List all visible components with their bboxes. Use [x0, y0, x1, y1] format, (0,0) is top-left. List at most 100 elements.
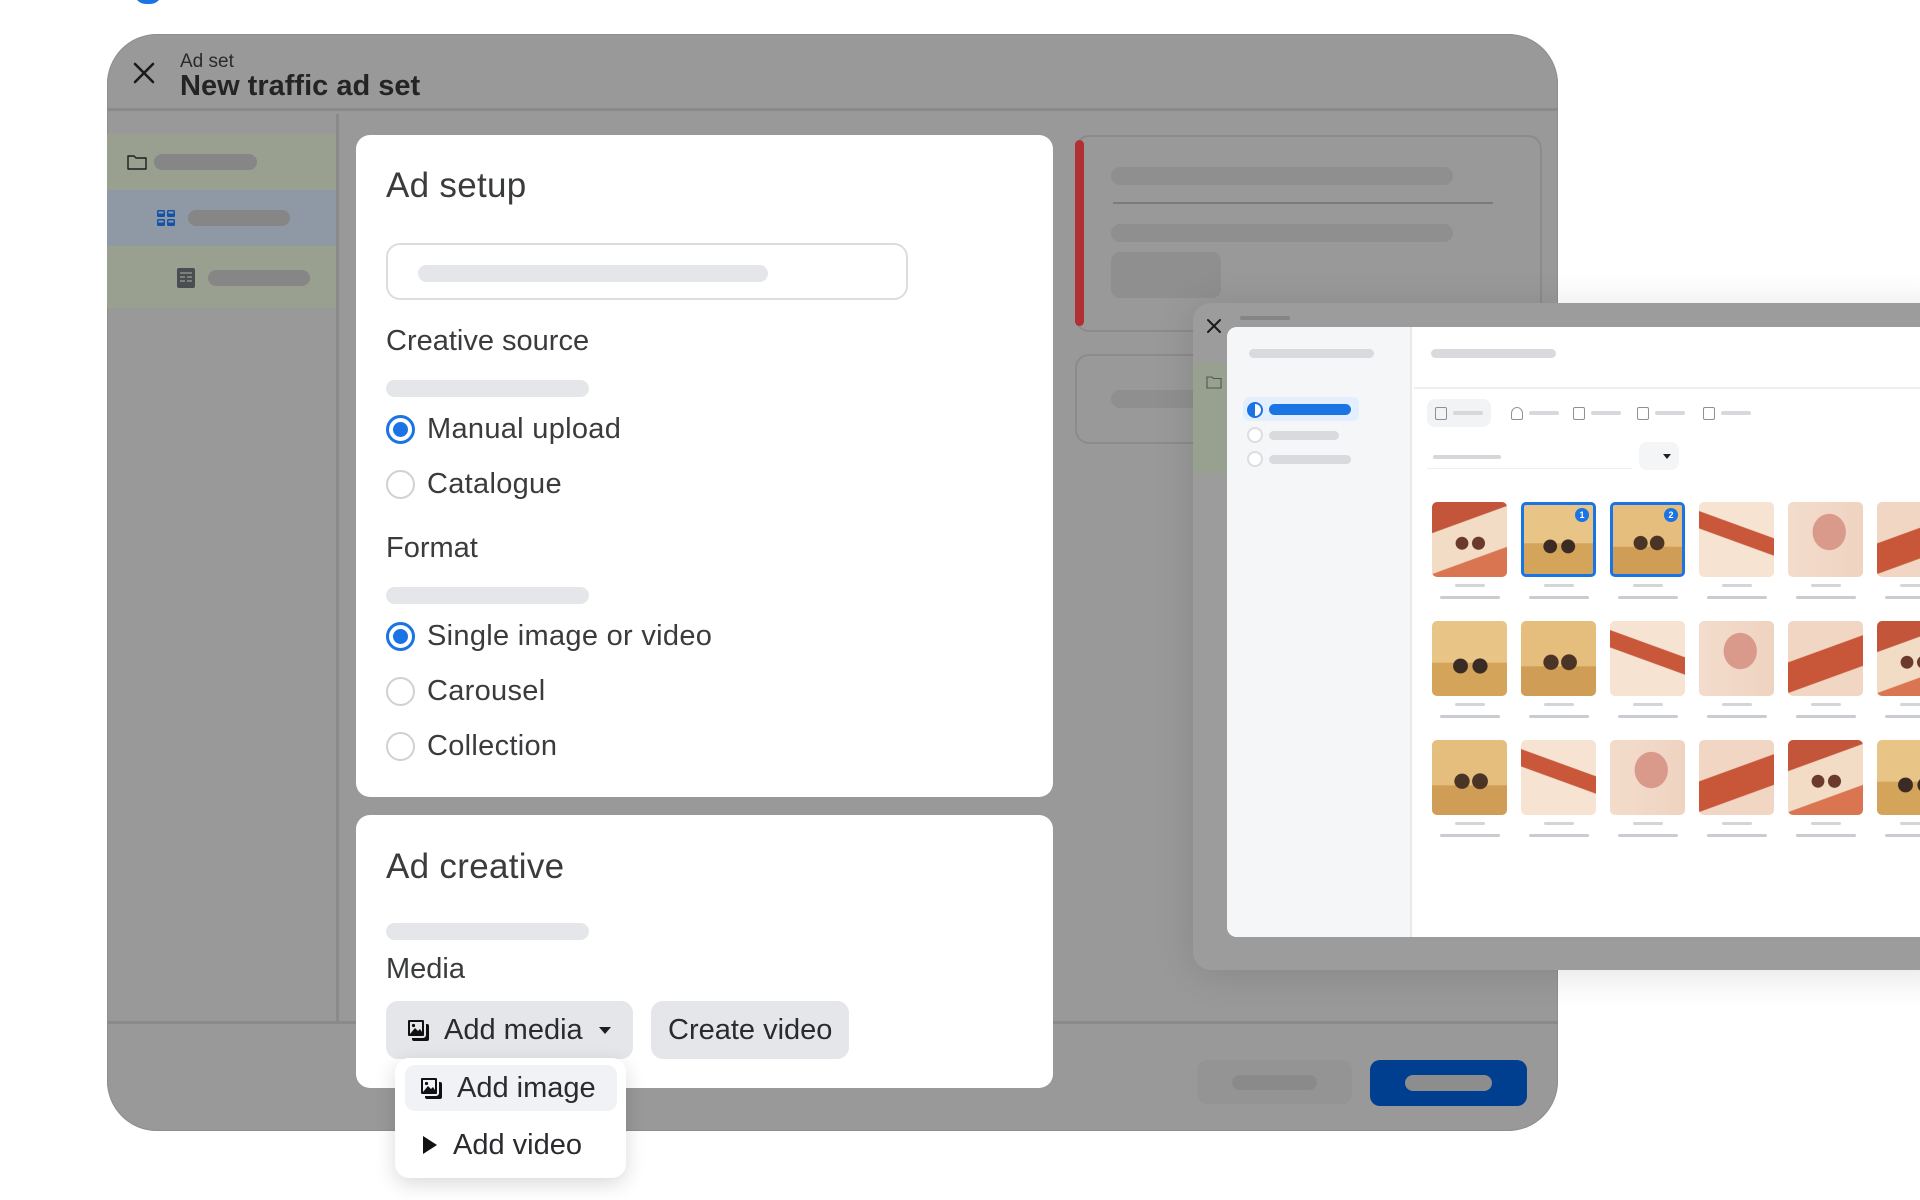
menu-item-label: Add video [453, 1128, 582, 1161]
media-search-input[interactable] [1427, 445, 1632, 469]
radio-unselected-icon [386, 676, 415, 706]
radio-unselected-icon[interactable] [1247, 451, 1263, 467]
thumbnail-caption-skeleton [1440, 596, 1500, 599]
menu-item-add-video[interactable]: Add video [405, 1122, 617, 1168]
helper-text-skeleton [386, 380, 589, 397]
sidebar-label-placeholder [208, 270, 310, 286]
media-thumbnail[interactable] [1699, 502, 1774, 577]
tab-label-skeleton [1655, 411, 1685, 415]
media-thumbnail[interactable] [1877, 740, 1920, 815]
thumbnail-caption-skeleton [1796, 596, 1856, 599]
radio-unselected-icon [386, 731, 415, 761]
radio-unselected-icon[interactable] [1247, 427, 1263, 443]
media-thumbnail[interactable] [1521, 621, 1596, 696]
media-thumbnail[interactable] [1877, 502, 1920, 577]
media-thumbnail[interactable] [1521, 740, 1596, 815]
window-title-placeholder [1240, 316, 1290, 320]
ad-icon [177, 268, 195, 288]
media-thumbnail[interactable]: 2 [1610, 502, 1685, 577]
folder-icon [1206, 376, 1222, 389]
radio-half-icon [1247, 402, 1263, 418]
add-media-label: Add media [444, 1013, 583, 1046]
media-thumbnail[interactable] [1699, 740, 1774, 815]
error-indicator-bar [1075, 140, 1084, 326]
radio-unselected-icon [386, 469, 415, 499]
radio-catalogue[interactable]: Catalogue [386, 465, 562, 503]
sidebar-item-ad[interactable] [107, 246, 336, 308]
divider [1113, 202, 1493, 204]
grid-icon [157, 210, 175, 226]
modal-header: Ad set New traffic ad set [107, 34, 1558, 111]
radio-label: Collection [427, 729, 558, 762]
thumbnail-caption-skeleton [1885, 834, 1920, 837]
tab-label-skeleton [1529, 411, 1559, 415]
media-thumbnail[interactable] [1699, 621, 1774, 696]
thumbnail-caption-skeleton [1544, 822, 1574, 825]
media-thumbnail[interactable] [1432, 740, 1507, 815]
panel-divider [1414, 387, 1920, 389]
thumbnail-caption-skeleton [1529, 834, 1589, 837]
ad-setup-card: Ad setup Creative source Manual upload C… [356, 135, 1053, 797]
media-label: Media [386, 953, 465, 985]
media-thumbnail[interactable] [1610, 740, 1685, 815]
input-placeholder-skeleton [418, 265, 768, 282]
document-icon [1637, 406, 1649, 420]
radio-single-image-or-video[interactable]: Single image or video [386, 617, 712, 655]
radio-manual-upload[interactable]: Manual upload [386, 410, 621, 448]
media-thumbnail[interactable] [1788, 621, 1863, 696]
media-thumbnail[interactable] [1788, 502, 1863, 577]
thumbnail-caption-skeleton [1455, 703, 1485, 706]
media-thumbnail[interactable] [1877, 621, 1920, 696]
chevron-down-icon [598, 1026, 611, 1034]
caret-down-icon[interactable] [1639, 442, 1679, 470]
close-icon[interactable] [129, 58, 159, 88]
publish-button[interactable] [1370, 1060, 1527, 1106]
selected-option-bar [1269, 404, 1351, 415]
selection-order-badge: 2 [1664, 508, 1678, 522]
media-thumbnail[interactable] [1432, 502, 1507, 577]
selection-order-badge: 1 [1575, 508, 1589, 522]
tab-device[interactable] [1573, 399, 1621, 427]
tab-documents[interactable] [1637, 399, 1685, 427]
menu-item-label: Add image [457, 1071, 596, 1104]
radio-carousel[interactable]: Carousel [386, 672, 545, 710]
button-label-placeholder [1232, 1075, 1317, 1090]
radio-label: Catalogue [427, 467, 562, 500]
tab-label-skeleton [1453, 411, 1483, 415]
sidebar-item-campaign[interactable] [107, 134, 336, 190]
sidebar-item-ad-set[interactable] [107, 190, 336, 246]
media-thumbnail[interactable] [1788, 740, 1863, 815]
thumbnail-caption-skeleton [1544, 584, 1574, 587]
close-icon[interactable] [1203, 315, 1225, 337]
thumbnail-caption-skeleton [1900, 822, 1920, 825]
ad-setup-title: Ad setup [386, 166, 527, 205]
ad-name-input[interactable] [386, 243, 908, 300]
menu-item-add-image[interactable]: Add image [405, 1065, 617, 1111]
radio-selected-icon [386, 621, 415, 651]
thumbnail-caption-skeleton [1440, 715, 1500, 718]
media-thumbnail[interactable] [1432, 621, 1507, 696]
thumbnail-caption-skeleton [1618, 596, 1678, 599]
panel-title-skeleton [1431, 349, 1556, 358]
media-thumbnail[interactable] [1610, 621, 1685, 696]
thumbnail-caption-skeleton [1900, 584, 1920, 587]
skeleton-line [1111, 167, 1453, 185]
back-button[interactable] [1197, 1060, 1352, 1104]
tab-images[interactable] [1427, 399, 1491, 427]
storage-icon [1703, 406, 1715, 420]
campaign-tree-sidebar [107, 114, 339, 1024]
thumbnail-caption-skeleton [1455, 584, 1485, 587]
media-thumbnail[interactable]: 1 [1521, 502, 1596, 577]
add-media-button[interactable]: Add media [386, 1001, 633, 1059]
tab-label-skeleton [1591, 411, 1621, 415]
thumbnail-caption-skeleton [1796, 715, 1856, 718]
media-library-sidebar [1227, 327, 1412, 937]
thumbnail-caption-skeleton [1900, 703, 1920, 706]
sidebar-label-placeholder [154, 154, 257, 170]
tab-people[interactable] [1511, 399, 1559, 427]
radio-collection[interactable]: Collection [386, 727, 557, 765]
thumbnail-caption-skeleton [1885, 715, 1920, 718]
create-video-button[interactable]: Create video [651, 1001, 849, 1059]
add-media-menu: Add image Add video [395, 1058, 626, 1178]
tab-storage[interactable] [1703, 399, 1751, 427]
